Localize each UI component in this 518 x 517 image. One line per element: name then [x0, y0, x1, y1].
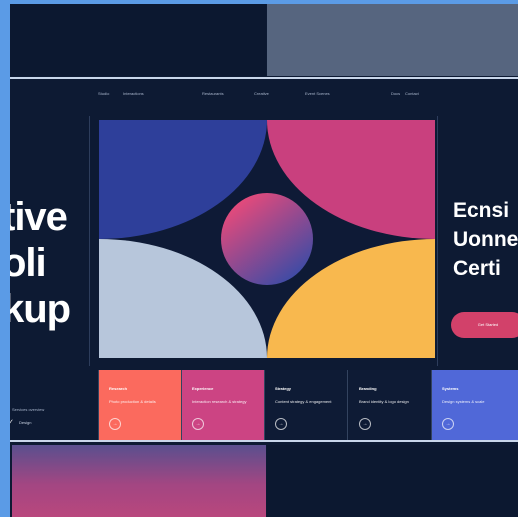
- top-right-panel: [267, 4, 518, 76]
- top-navigation: Studio Interactions Restaurants Creative…: [10, 91, 518, 103]
- arrow-icon[interactable]: →: [192, 418, 204, 430]
- card-title: Systems: [442, 386, 459, 391]
- card-title: Research: [109, 386, 128, 391]
- card-subtitle: Content strategy & engagement: [275, 399, 332, 404]
- get-started-button[interactable]: Get Started: [451, 312, 518, 338]
- service-card-strategy[interactable]: Strategy Content strategy & engagement →: [265, 370, 348, 440]
- service-cards: Services overview ✓ Design Research Phot…: [10, 370, 518, 440]
- arrow-icon[interactable]: →: [275, 418, 287, 430]
- nav-item-creative[interactable]: Creative: [254, 91, 269, 96]
- card-title: Experience: [192, 386, 214, 391]
- card-title: Strategy: [275, 386, 292, 391]
- top-divider: [10, 77, 518, 79]
- hero-title-left: tive oli kup: [10, 194, 92, 332]
- presentation-frame: Studio Interactions Restaurants Creative…: [10, 4, 518, 517]
- hero-right-line-2: Uonne: [453, 228, 518, 251]
- hero-left-line-1: tive: [10, 195, 68, 239]
- service-card-experience[interactable]: Experience Interaction research & strate…: [182, 370, 265, 440]
- service-card-branding[interactable]: Branding Brand identity & logo design →: [349, 370, 432, 440]
- arrow-icon[interactable]: →: [359, 418, 371, 430]
- card-subtitle: Interaction research & strategy: [192, 399, 247, 404]
- nav-item-interactions[interactable]: Interactions: [123, 91, 144, 96]
- services-aside-label: Services overview: [12, 407, 45, 412]
- card-title: Branding: [359, 386, 377, 391]
- nav-item-contact[interactable]: Contact: [405, 91, 419, 96]
- top-left-panel: [10, 4, 266, 76]
- service-card-research[interactable]: Research Photo production & details →: [99, 370, 182, 440]
- bottom-gradient-panel: [12, 445, 266, 517]
- nav-item-studio[interactable]: Studio: [98, 91, 109, 96]
- services-aside-mark-label: Design: [19, 420, 32, 425]
- services-aside: Services overview ✓ Design: [10, 370, 99, 440]
- nav-item-event-scenes[interactable]: Event Scenes: [305, 91, 330, 96]
- hero-title-right: Ecnsi Uonne Certi: [453, 196, 518, 283]
- card-subtitle: Brand identity & logo design: [359, 399, 409, 404]
- nav-item-restaurants[interactable]: Restaurants: [202, 91, 224, 96]
- bottom-divider: [10, 440, 518, 442]
- hero-right-line-1: Ecnsi: [453, 199, 510, 222]
- service-card-systems[interactable]: Systems Design systems & scale →: [432, 370, 518, 440]
- card-subtitle: Design systems & scale: [442, 399, 485, 404]
- gradient-orb: [221, 193, 313, 285]
- hero-right-line-3: Certi: [453, 257, 501, 280]
- hero-left-line-3: kup: [10, 287, 71, 331]
- hero-left-line-2: oli: [10, 241, 47, 285]
- check-mark-icon: ✓: [10, 419, 14, 426]
- right-guide-line: [437, 116, 438, 366]
- nav-item-docs[interactable]: Docs: [391, 91, 400, 96]
- arrow-icon[interactable]: →: [442, 418, 454, 430]
- card-subtitle: Photo production & details: [109, 399, 156, 404]
- arrow-icon[interactable]: →: [109, 418, 121, 430]
- geometric-artwork: [99, 120, 435, 358]
- bottom-right-panel: [267, 445, 518, 517]
